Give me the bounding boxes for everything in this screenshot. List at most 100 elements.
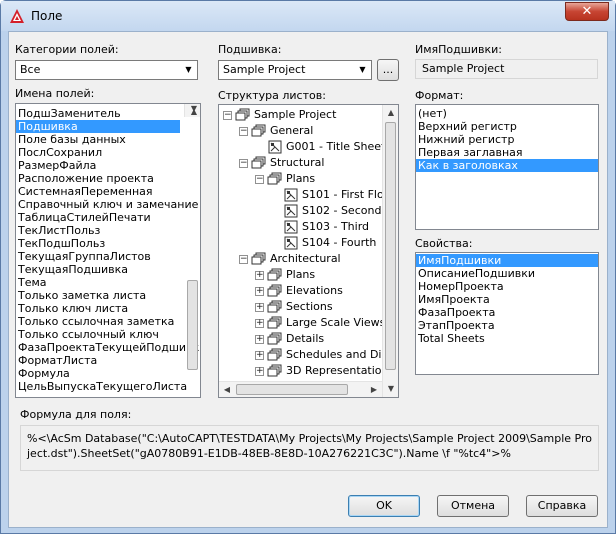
title-bar[interactable]: Поле ✕: [1, 1, 615, 31]
field-name-item[interactable]: Справочный ключ и замечание: [16, 198, 198, 211]
subset-icon: [267, 364, 283, 378]
field-name-item[interactable]: ФорматЛиста: [16, 354, 180, 367]
scroll-down-icon[interactable]: ▼: [185, 104, 200, 117]
tree-node[interactable]: Large Scale Views: [286, 315, 385, 331]
sheet-icon: [283, 204, 299, 218]
tree-node[interactable]: Sections: [286, 299, 333, 315]
help-button[interactable]: Справка: [526, 495, 598, 517]
field-name-item[interactable]: ЦельВыпускаТекущегоЛиста: [16, 380, 187, 393]
cancel-button[interactable]: Отмена: [437, 495, 509, 517]
scroll-thumb[interactable]: [236, 384, 348, 395]
format-item[interactable]: Как в заголовках: [416, 159, 598, 172]
ok-button[interactable]: OK: [348, 495, 420, 517]
sheet-icon: [267, 140, 283, 154]
properties-label: Свойства:: [415, 237, 473, 250]
property-item[interactable]: ОписаниеПодшивки: [416, 267, 598, 280]
field-dialog: Поле ✕ Категории полей: Все ▼ Имена поле…: [0, 0, 616, 534]
field-name-item[interactable]: ТекущаяГруппаЛистов: [16, 250, 180, 263]
subset-icon: [251, 156, 267, 170]
property-item[interactable]: ФазаПроекта: [416, 306, 598, 319]
collapse-icon[interactable]: −: [255, 175, 264, 184]
subset-icon: [235, 108, 251, 122]
tree-node[interactable]: Structural: [270, 155, 324, 171]
field-names-label: Имена полей:: [15, 87, 95, 100]
sheet-icon: [283, 220, 299, 234]
property-item[interactable]: Total Sheets: [416, 332, 598, 345]
collapse-icon[interactable]: −: [239, 159, 248, 168]
expand-icon[interactable]: +: [255, 303, 264, 312]
formula-text: %<\AcSm Database("C:\AutoCAPT\TESTDATA\M…: [20, 425, 599, 471]
field-name-item[interactable]: Только ссылочный ключ: [16, 328, 180, 341]
properties-list[interactable]: ИмяПодшивки ОписаниеПодшивки НомерПроекта И…: [415, 252, 599, 375]
scroll-thumb[interactable]: [385, 122, 396, 370]
tree-vscrollbar[interactable]: ▲ ▼: [382, 105, 398, 397]
field-name-item[interactable]: Подшивка: [16, 120, 180, 133]
tree-node[interactable]: General: [270, 123, 313, 139]
sheetset-name-label: ИмяПодшивки:: [415, 43, 502, 56]
field-name-item[interactable]: ТекЛистПольз: [16, 224, 180, 237]
field-name-item[interactable]: Только ключ листа: [16, 302, 180, 315]
categories-combo[interactable]: Все ▼: [15, 60, 198, 80]
sheet-icon: [283, 236, 299, 250]
tree-node[interactable]: Sample Project: [254, 107, 336, 123]
field-name-item[interactable]: ТаблицаСтилейПечати: [16, 211, 180, 224]
scroll-up-icon[interactable]: ▲: [383, 105, 398, 121]
format-item[interactable]: Нижний регистр: [416, 133, 598, 146]
format-list[interactable]: (нет) Верхний регистр Нижний регистр Первая…: [415, 104, 599, 230]
property-item[interactable]: НомерПроекта: [416, 280, 598, 293]
field-name-item[interactable]: Только ссылочная заметка: [16, 315, 180, 328]
field-name-item[interactable]: ТекПодшПольз: [16, 237, 180, 250]
tree-node[interactable]: Plans: [286, 171, 315, 187]
expand-icon[interactable]: +: [255, 271, 264, 280]
chevron-down-icon: ▼: [359, 65, 366, 74]
scroll-thumb[interactable]: [187, 280, 198, 370]
tree-node[interactable]: Elevations: [286, 283, 343, 299]
tree-node[interactable]: Plans: [286, 267, 315, 283]
collapse-icon[interactable]: −: [239, 255, 248, 264]
property-item[interactable]: ЭтапПроекта: [416, 319, 598, 332]
expand-icon[interactable]: +: [255, 335, 264, 344]
tree-hscrollbar[interactable]: ◀ ▶: [219, 381, 382, 397]
sheetset-combo[interactable]: Sample Project ▼: [218, 60, 372, 80]
field-name-item[interactable]: ТекущаяПодшивка: [16, 263, 180, 276]
property-item[interactable]: ИмяПодшивки: [416, 254, 598, 267]
expand-icon[interactable]: +: [255, 367, 264, 376]
scroll-left-icon[interactable]: ◀: [219, 382, 235, 397]
sheet-structure-tree[interactable]: Sample Project General G001 - Title Sheet S…: [218, 104, 399, 398]
field-name-item[interactable]: Поле базы данных: [16, 133, 180, 146]
field-name-item[interactable]: ФазаПроектаТекущейПодшивки: [16, 341, 200, 354]
field-name-item[interactable]: ПодшЗаменитель: [16, 107, 180, 120]
tree-node[interactable]: S104 - Fourth: [302, 235, 376, 251]
tree-node[interactable]: Architectural: [270, 251, 341, 267]
close-button[interactable]: ✕: [565, 2, 609, 21]
scroll-right-icon[interactable]: ▶: [366, 382, 382, 397]
field-name-item[interactable]: СистемнаяПеременная: [16, 185, 180, 198]
expand-icon[interactable]: +: [255, 319, 264, 328]
field-names-list[interactable]: ПодшЗаменитель Подшивка Поле базы данных По…: [15, 103, 201, 398]
field-name-item[interactable]: Формула: [16, 367, 180, 380]
field-name-item[interactable]: РазмерФайла: [16, 159, 180, 172]
format-item[interactable]: Первая заглавная: [416, 146, 598, 159]
autocad-logo-icon: [10, 9, 24, 23]
scroll-down-icon[interactable]: ▼: [383, 381, 398, 397]
tree-node[interactable]: Details: [286, 331, 324, 347]
field-name-item[interactable]: Только заметка листа: [16, 289, 180, 302]
subset-icon: [267, 284, 283, 298]
field-name-item[interactable]: Тема: [16, 276, 180, 289]
tree-node[interactable]: S103 - Third: [302, 219, 369, 235]
tree-node[interactable]: S102 - Second: [302, 203, 381, 219]
tree-node[interactable]: 3D Representations: [286, 363, 394, 379]
field-names-scrollbar[interactable]: ▲ ▼: [184, 104, 200, 370]
collapse-icon[interactable]: −: [239, 127, 248, 136]
format-item[interactable]: Верхний регистр: [416, 120, 598, 133]
tree-node[interactable]: S101 - First Floor: [302, 187, 395, 203]
field-name-item[interactable]: ПослСохранил: [16, 146, 180, 159]
tree-node[interactable]: G001 - Title Sheet: [286, 139, 385, 155]
expand-icon[interactable]: +: [255, 287, 264, 296]
collapse-icon[interactable]: −: [223, 111, 232, 120]
format-item[interactable]: (нет): [416, 107, 598, 120]
expand-icon[interactable]: +: [255, 351, 264, 360]
property-item[interactable]: ИмяПроекта: [416, 293, 598, 306]
browse-button[interactable]: ...: [377, 59, 399, 81]
field-name-item[interactable]: Расположение проекта: [16, 172, 180, 185]
